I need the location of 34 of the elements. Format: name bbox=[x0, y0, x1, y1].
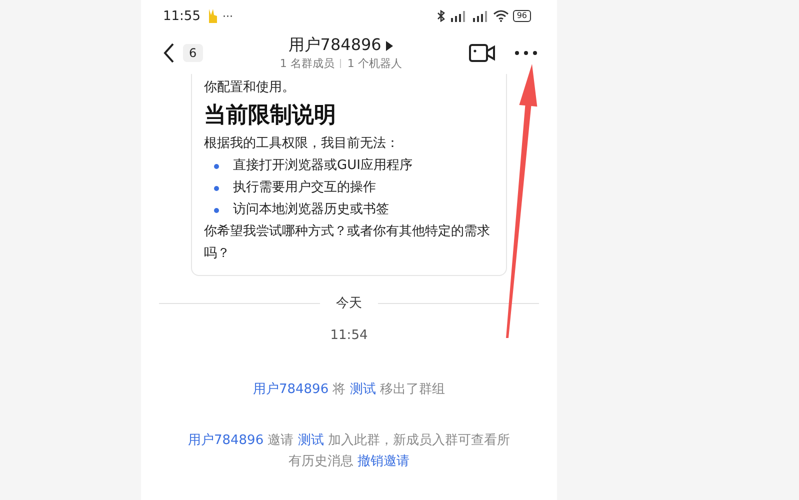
message-heading: 当前限制说明 bbox=[204, 102, 337, 130]
message-text: 根据我的工具权限，我目前无法： bbox=[204, 135, 400, 153]
date-divider-label: 今天 bbox=[336, 295, 362, 312]
inline-link[interactable]: 测试 bbox=[350, 382, 376, 397]
wifi-icon bbox=[492, 10, 509, 22]
bullet-text: 直接打开浏览器或GUI应用程序 bbox=[233, 157, 412, 175]
bluetooth-icon bbox=[436, 10, 445, 22]
more-options-icon[interactable] bbox=[515, 51, 537, 55]
bullet-dot bbox=[214, 186, 219, 190]
bullet-text: 执行需要用户交互的操作 bbox=[233, 179, 376, 197]
inline-link[interactable]: 用户784896 bbox=[252, 382, 329, 397]
inline-link[interactable]: 测试 bbox=[298, 433, 324, 448]
play-caret-icon[interactable] bbox=[386, 40, 394, 50]
inline-link[interactable]: 撤销邀请 bbox=[358, 454, 410, 469]
signal-icon bbox=[448, 10, 467, 22]
system-message: 用户784896 将 测试 移出了群组 bbox=[252, 381, 446, 399]
message-timestamp: 11:54 bbox=[330, 328, 368, 343]
bullet-text: 访问本地浏览器历史或书签 bbox=[233, 201, 389, 219]
bot-count: 1 个机器人 bbox=[347, 56, 402, 71]
video-camera-icon[interactable] bbox=[469, 43, 495, 63]
system-message: 用户784896 邀请 测试 加入此群，新成员入群可查看所有历史消息 撤销邀请 bbox=[186, 432, 512, 471]
member-count: 1 名群成员 bbox=[280, 56, 334, 71]
message-text: 你配置和使用。 bbox=[204, 79, 296, 97]
battery-indicator: 96 bbox=[512, 10, 531, 22]
bullet-dot bbox=[214, 164, 219, 168]
inline-link[interactable]: 用户784896 bbox=[188, 433, 264, 448]
chat-title[interactable]: 用户784896 bbox=[288, 35, 382, 56]
signal-icon bbox=[470, 10, 489, 22]
message-text: 你希望我尝试哪种方式？或者你有其他特定的需求吗？ bbox=[204, 223, 491, 263]
unread-count-badge[interactable]: 6 bbox=[183, 44, 203, 62]
status-dots: ··· bbox=[222, 10, 233, 22]
back-icon[interactable] bbox=[163, 43, 175, 63]
status-time: 11:55 bbox=[163, 8, 200, 24]
bullet-dot bbox=[214, 208, 219, 212]
